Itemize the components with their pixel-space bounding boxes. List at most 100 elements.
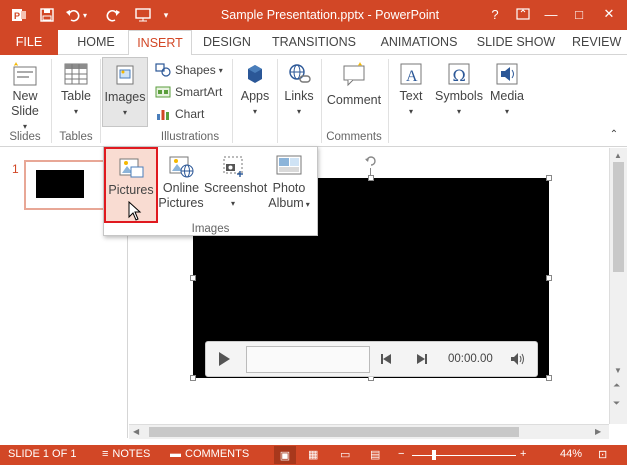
volume-icon[interactable]	[510, 352, 526, 369]
comment-icon	[339, 59, 369, 89]
pictures-icon	[116, 153, 146, 183]
zoom-out-icon[interactable]: −	[398, 448, 404, 460]
slide-show-icon[interactable]: ▤	[370, 448, 380, 461]
scroll-up-icon[interactable]: ▲	[614, 151, 622, 160]
media-button[interactable]: Media ▾	[486, 59, 528, 119]
text-icon: A	[396, 59, 426, 89]
ribbon-display-icon[interactable]	[510, 4, 536, 24]
screenshot-button[interactable]: Screenshot ▾	[204, 151, 267, 211]
save-icon[interactable]	[38, 6, 56, 24]
apps-button[interactable]: Apps ▾	[236, 59, 274, 119]
group-label-slides: Slides	[9, 131, 41, 143]
resize-handle[interactable]	[546, 375, 552, 381]
start-from-beginning-icon[interactable]	[134, 6, 152, 24]
status-bar: SLIDE 1 OF 1 ≡ NOTES ▬ COMMENTS ▣ ▦ ▭ ▤ …	[0, 445, 627, 465]
horizontal-scroll-thumb[interactable]	[149, 427, 519, 437]
photo-album-button[interactable]: Photo Album ▾	[262, 151, 316, 212]
new-slide-icon	[10, 59, 40, 89]
normal-view-icon[interactable]: ▣	[274, 446, 296, 464]
step-forward-icon[interactable]	[414, 353, 428, 368]
vertical-scroll-thumb[interactable]	[613, 162, 624, 272]
group-label-comments: Comments	[326, 131, 382, 143]
fit-slide-icon[interactable]: ⊡	[598, 448, 607, 461]
zoom-slider-thumb[interactable]	[432, 450, 436, 460]
close-button[interactable]: ✕	[596, 4, 622, 24]
scroll-down-icon[interactable]: ▼	[614, 366, 622, 375]
symbols-button[interactable]: Ω Symbols ▾	[434, 59, 484, 119]
online-pictures-button[interactable]: Online Pictures	[158, 151, 204, 211]
svg-text:A: A	[406, 68, 418, 85]
scroll-right-icon[interactable]: ▶	[595, 427, 601, 436]
tab-home[interactable]: HOME	[68, 30, 124, 55]
media-dropdown-icon: ▾	[504, 107, 509, 116]
group-label-illustrations: Illustrations	[160, 131, 220, 143]
table-icon	[61, 59, 91, 89]
resize-handle[interactable]	[546, 275, 552, 281]
tab-design[interactable]: DESIGN	[196, 30, 258, 55]
screenshot-dropdown-icon: ▾	[230, 199, 235, 208]
media-icon	[492, 59, 522, 89]
play-icon[interactable]	[216, 351, 232, 370]
maximize-button[interactable]: □	[566, 4, 592, 24]
links-button[interactable]: Links ▾	[280, 59, 318, 119]
zoom-in-icon[interactable]: +	[520, 448, 526, 460]
tab-file[interactable]: FILE	[0, 30, 58, 55]
slide-thumbnail[interactable]	[24, 160, 112, 210]
comments-button[interactable]: ▬ COMMENTS	[170, 448, 249, 460]
redo-icon[interactable]	[104, 6, 122, 24]
notes-button[interactable]: ≡ NOTES	[102, 448, 150, 460]
title-bar: P ▾ ▾ Sample Presentation.pptx - PowerPo…	[0, 0, 627, 30]
images-button[interactable]: Images ▾	[102, 57, 148, 127]
reading-view-icon[interactable]: ▭	[340, 448, 350, 461]
tab-animations[interactable]: ANIMATIONS	[372, 30, 466, 55]
tab-slide-show[interactable]: SLIDE SHOW	[474, 30, 558, 55]
resize-handle[interactable]	[368, 175, 374, 181]
tab-transitions[interactable]: TRANSITIONS	[266, 30, 362, 55]
shapes-button[interactable]: Shapes ▾	[155, 61, 223, 79]
slide-counter: SLIDE 1 OF 1	[8, 448, 77, 460]
new-slide-button[interactable]: New Slide ▾	[4, 59, 46, 134]
thumbnail-video	[36, 170, 84, 198]
video-timeline[interactable]	[246, 346, 370, 373]
chart-button[interactable]: Chart	[155, 105, 204, 123]
resize-handle[interactable]	[190, 375, 196, 381]
video-controls: 00:00.00	[205, 341, 538, 377]
thumbnail-number: 1	[12, 162, 19, 176]
text-button[interactable]: A Text ▾	[392, 59, 430, 119]
resize-handle[interactable]	[546, 175, 552, 181]
symbols-icon: Ω	[444, 59, 474, 89]
slide-sorter-icon[interactable]: ▦	[308, 448, 318, 461]
pictures-button[interactable]: Pictures	[104, 147, 158, 223]
photo-album-icon	[274, 151, 304, 181]
table-button[interactable]: Table ▾	[56, 59, 96, 119]
zoom-level[interactable]: 44%	[560, 448, 582, 460]
customize-toolbar-icon[interactable]: ▾	[160, 6, 172, 24]
symbols-dropdown-icon: ▾	[456, 107, 461, 116]
step-back-icon[interactable]	[380, 353, 394, 368]
next-slide-icon[interactable]: ⏷	[613, 398, 620, 409]
powerpoint-logo-icon[interactable]: P	[10, 6, 28, 24]
online-pictures-icon	[166, 151, 196, 181]
tab-insert[interactable]: INSERT	[128, 30, 192, 56]
smartart-button[interactable]: SmartArt	[155, 83, 222, 101]
tab-review[interactable]: REVIEW	[572, 30, 627, 55]
undo-dropdown-icon[interactable]: ▾	[80, 6, 90, 24]
group-label-images: Images	[191, 223, 230, 235]
scroll-left-icon[interactable]: ◀	[133, 427, 139, 436]
zoom-slider[interactable]	[412, 455, 516, 456]
text-dropdown-icon: ▾	[408, 107, 413, 116]
minimize-button[interactable]: —	[538, 4, 564, 24]
vertical-scrollbar[interactable]: ▲ ▼ ⏶ ⏷	[609, 148, 627, 424]
video-time: 00:00.00	[448, 353, 493, 365]
previous-slide-icon[interactable]: ⏶	[613, 380, 620, 391]
help-button[interactable]: ?	[482, 4, 508, 24]
resize-handle[interactable]	[190, 275, 196, 281]
ribbon: New Slide ▾ Slides Table ▾ Tables Images…	[0, 55, 627, 147]
horizontal-scrollbar[interactable]: ◀ ▶	[129, 424, 609, 439]
collapse-ribbon-icon[interactable]: ⌃	[606, 129, 622, 140]
window-title: Sample Presentation.pptx - PowerPoint	[220, 8, 440, 22]
notes-icon: ≡	[102, 448, 109, 460]
screenshot-icon	[218, 151, 248, 181]
comment-button[interactable]: Comment	[324, 59, 384, 108]
rotate-handle-icon[interactable]	[364, 154, 378, 168]
